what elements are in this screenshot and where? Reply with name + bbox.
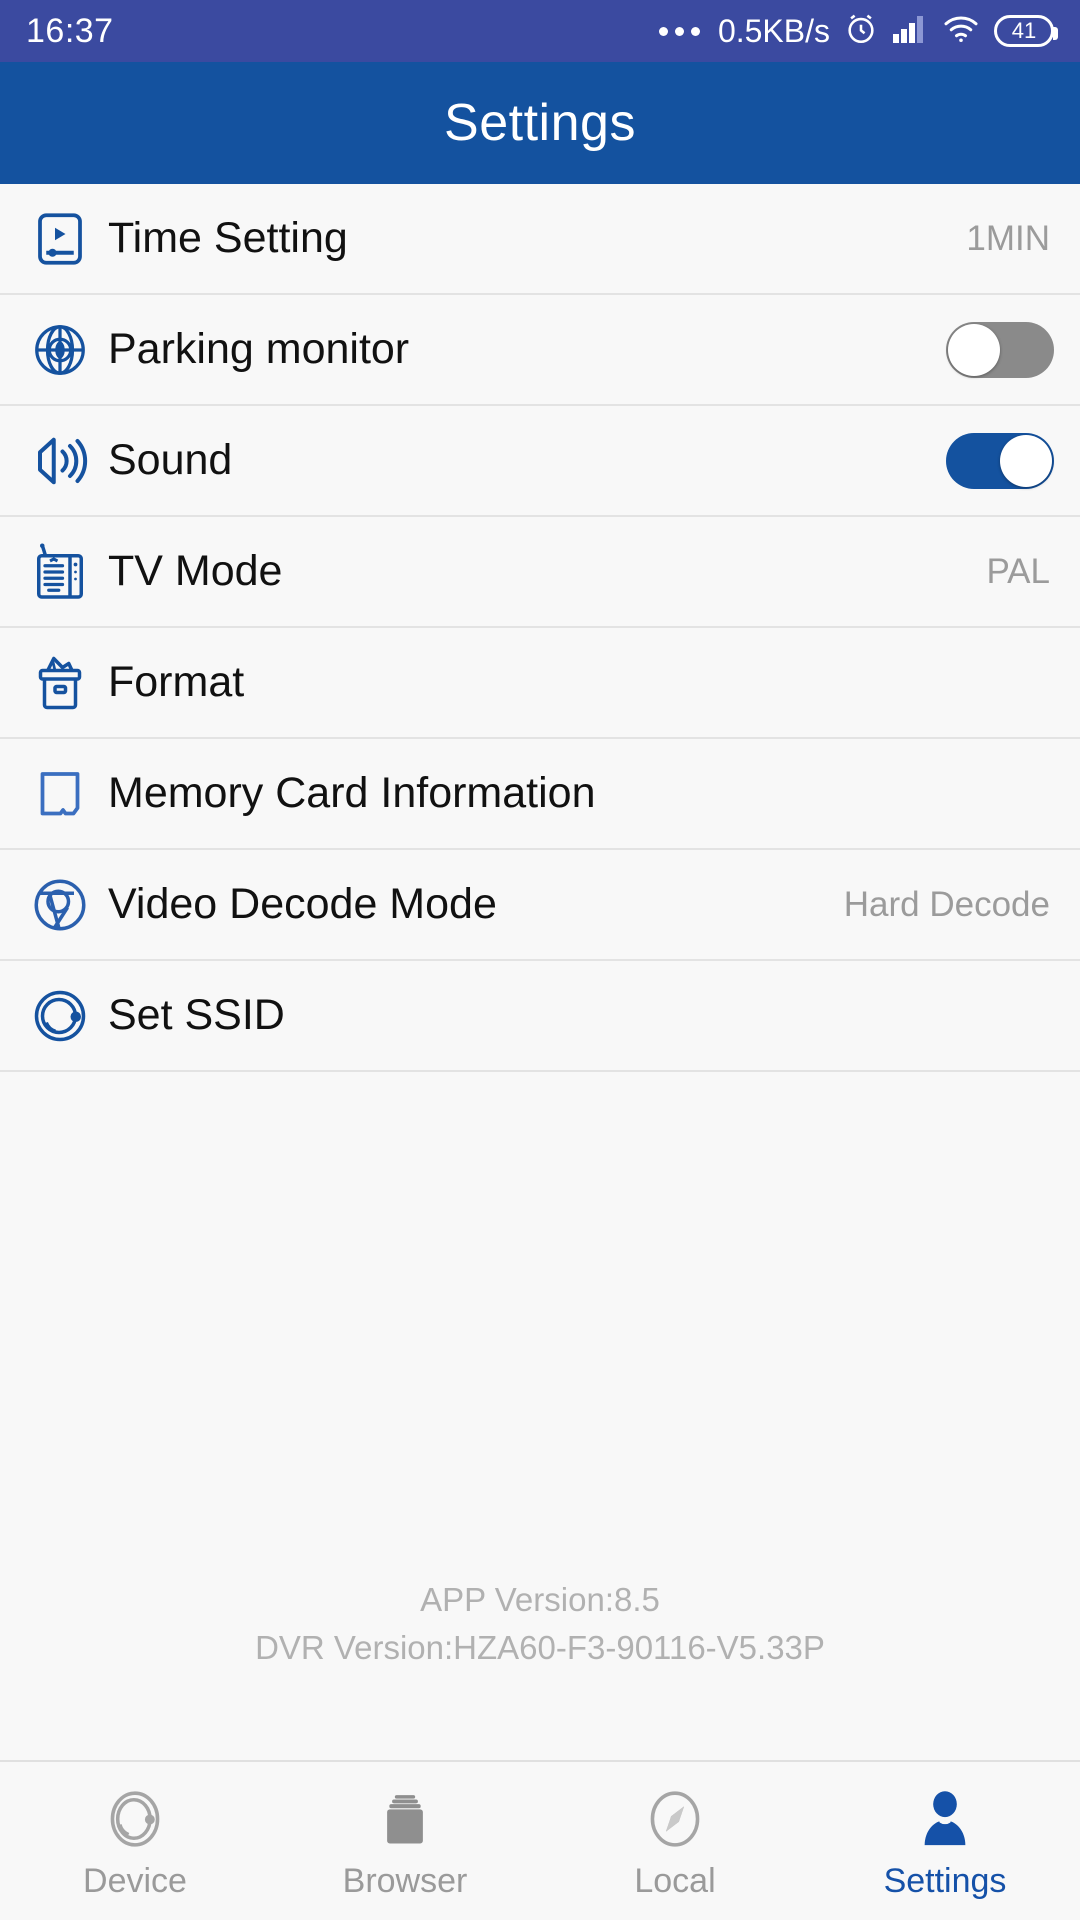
tab-local[interactable]: Local bbox=[540, 1782, 810, 1901]
time-setting-icon bbox=[24, 209, 96, 269]
settings-row-set-ssid[interactable]: Set SSID bbox=[0, 961, 1080, 1072]
settings-row-value: PAL bbox=[986, 551, 1050, 591]
page-title: Settings bbox=[444, 94, 636, 152]
settings-row-format[interactable]: Format bbox=[0, 628, 1080, 739]
settings-row-value: 1MIN bbox=[966, 218, 1050, 258]
tab-device[interactable]: Device bbox=[0, 1782, 270, 1901]
person-icon bbox=[912, 1782, 978, 1852]
bottom-tab-bar: Device Browser Local Settings bbox=[0, 1760, 1080, 1920]
content-spacer: APP Version:8.5 DVR Version:HZA60-F3-901… bbox=[0, 1072, 1080, 1760]
compass-icon bbox=[642, 1782, 708, 1852]
alarm-clock-icon bbox=[844, 12, 878, 51]
status-bar: 16:37 0.5KB/s 41 bbox=[0, 0, 1080, 62]
more-dots-icon bbox=[658, 26, 700, 36]
sound-toggle[interactable] bbox=[946, 432, 1054, 489]
toggle-knob bbox=[1000, 434, 1052, 487]
browser-icon bbox=[372, 1782, 438, 1852]
settings-list: Time Setting 1MIN Parking monitor Sound … bbox=[0, 184, 1080, 1072]
settings-row-tv-mode[interactable]: TV Mode PAL bbox=[0, 517, 1080, 628]
cellular-signal-icon bbox=[892, 14, 928, 49]
settings-row-label: Format bbox=[108, 658, 245, 706]
settings-row-value: Hard Decode bbox=[843, 884, 1050, 924]
status-bar-clock: 16:37 bbox=[26, 11, 114, 50]
version-info: APP Version:8.5 DVR Version:HZA60-F3-901… bbox=[0, 1576, 1080, 1672]
toggle-knob bbox=[948, 323, 1000, 376]
status-bar-icons: 0.5KB/s 41 bbox=[658, 12, 1058, 51]
battery-level-text: 41 bbox=[1011, 18, 1037, 43]
wifi-icon bbox=[942, 14, 980, 49]
set-ssid-icon bbox=[24, 986, 96, 1046]
settings-row-parking-monitor[interactable]: Parking monitor bbox=[0, 295, 1080, 406]
settings-row-time-setting[interactable]: Time Setting 1MIN bbox=[0, 184, 1080, 295]
settings-row-label: Parking monitor bbox=[108, 325, 410, 373]
parking-monitor-toggle[interactable] bbox=[946, 321, 1054, 378]
settings-row-label: Set SSID bbox=[108, 991, 285, 1039]
settings-row-memory-card-information[interactable]: Memory Card Information bbox=[0, 739, 1080, 850]
settings-row-sound[interactable]: Sound bbox=[0, 406, 1080, 517]
settings-row-label: Time Setting bbox=[108, 214, 348, 262]
app-version-text: APP Version:8.5 bbox=[420, 1581, 660, 1619]
tab-browser[interactable]: Browser bbox=[270, 1782, 540, 1901]
settings-row-label: TV Mode bbox=[108, 547, 283, 595]
tab-settings[interactable]: Settings bbox=[810, 1782, 1080, 1901]
tab-label: Local bbox=[634, 1861, 716, 1900]
app-bar: Settings bbox=[0, 62, 1080, 184]
device-icon bbox=[102, 1782, 168, 1852]
format-icon bbox=[24, 653, 96, 713]
parking-monitor-icon bbox=[24, 320, 96, 380]
dvr-version-text: DVR Version:HZA60-F3-90116-V5.33P bbox=[255, 1629, 825, 1667]
tv-mode-icon bbox=[24, 542, 96, 602]
tab-label: Browser bbox=[342, 1861, 468, 1900]
tab-label: Device bbox=[83, 1861, 187, 1900]
phone-screen: 16:37 0.5KB/s 41 Settings Time Setting 1… bbox=[0, 0, 1080, 1920]
settings-row-label: Sound bbox=[108, 436, 233, 484]
settings-row-video-decode-mode[interactable]: Video Decode Mode Hard Decode bbox=[0, 850, 1080, 961]
tab-label: Settings bbox=[883, 1861, 1007, 1900]
network-speed-text: 0.5KB/s bbox=[717, 12, 830, 49]
battery-icon: 41 bbox=[994, 15, 1058, 47]
video-decode-icon bbox=[24, 875, 96, 935]
memory-card-icon bbox=[24, 764, 96, 824]
settings-row-label: Video Decode Mode bbox=[108, 880, 497, 928]
settings-row-label: Memory Card Information bbox=[108, 769, 596, 817]
sound-icon bbox=[24, 431, 96, 491]
